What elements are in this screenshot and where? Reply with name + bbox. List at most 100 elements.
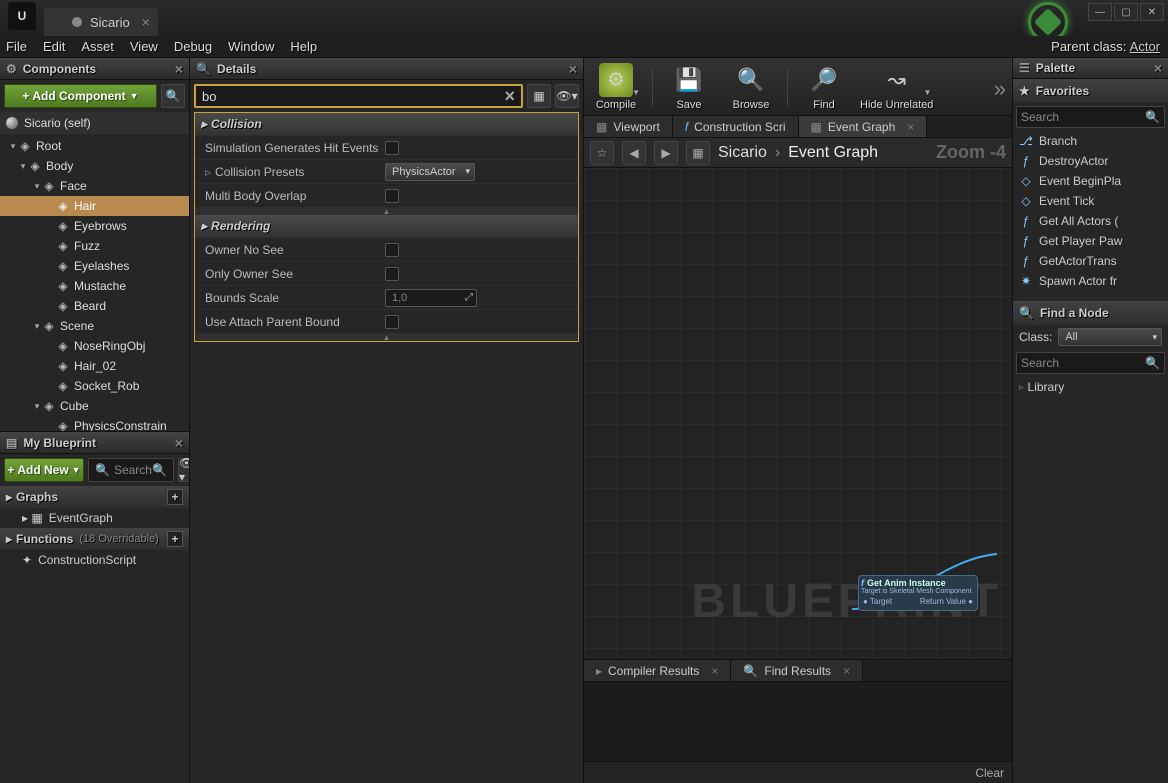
details-tab[interactable]: 🔍 Details × bbox=[190, 58, 583, 80]
node-search[interactable]: Search🔍 bbox=[1016, 352, 1165, 374]
tree-item[interactable]: ▾◈Face bbox=[0, 176, 189, 196]
parent-class-link[interactable]: Actor bbox=[1130, 39, 1160, 54]
tree-item[interactable]: ◈Mustache bbox=[0, 276, 189, 296]
tab-compiler-results[interactable]: ▸Compiler Results× bbox=[584, 660, 731, 681]
palette-item[interactable]: ◇Event Tick bbox=[1013, 191, 1168, 211]
palette-item[interactable]: ƒDestroyActor bbox=[1013, 151, 1168, 171]
graph-node[interactable]: fGet Anim Instance Target is Skeletal Me… bbox=[858, 575, 978, 611]
close-icon[interactable]: × bbox=[569, 61, 577, 77]
nav-back-button[interactable]: ◀ bbox=[622, 141, 646, 165]
bounds-scale-input[interactable]: 1,0 bbox=[385, 289, 477, 307]
graph-canvas[interactable]: BLUEPRINT fGet Anim Instance Target is S… bbox=[584, 168, 1012, 659]
mybp-search[interactable]: 🔍Search🔍 bbox=[88, 458, 174, 482]
close-icon[interactable]: × bbox=[843, 664, 850, 678]
expand-bar[interactable]: ▲ bbox=[195, 333, 578, 341]
close-icon[interactable]: × bbox=[711, 664, 718, 678]
multi-body-checkbox[interactable] bbox=[385, 189, 399, 203]
add-new-button[interactable]: + Add New▼ bbox=[4, 458, 84, 482]
owner-no-see-checkbox[interactable] bbox=[385, 243, 399, 257]
tree-item[interactable]: ◈Eyebrows bbox=[0, 216, 189, 236]
add-function-button[interactable]: + bbox=[167, 531, 183, 547]
tree-item[interactable]: ▾◈Body bbox=[0, 156, 189, 176]
close-icon[interactable]: × bbox=[175, 61, 183, 77]
close-icon[interactable]: × bbox=[175, 435, 183, 451]
close-button[interactable]: ✕ bbox=[1140, 3, 1164, 21]
use-attach-checkbox[interactable] bbox=[385, 315, 399, 329]
graphs-category[interactable]: ▸Graphs+ bbox=[0, 486, 189, 508]
event-graph-item[interactable]: ▸ ▦ EventGraph bbox=[0, 508, 189, 528]
construction-script-item[interactable]: ✦ ConstructionScript bbox=[0, 550, 189, 570]
clear-button[interactable]: Clear bbox=[975, 766, 1004, 780]
library-item[interactable]: ▹Library bbox=[1013, 377, 1168, 397]
tab-viewport[interactable]: ▦Viewport bbox=[584, 116, 673, 137]
tab-construction-script[interactable]: fConstruction Scri bbox=[673, 116, 799, 137]
my-blueprint-tab[interactable]: ▤ My Blueprint × bbox=[0, 432, 189, 454]
close-icon[interactable]: × bbox=[1154, 60, 1162, 76]
minimize-button[interactable]: — bbox=[1088, 3, 1112, 21]
close-icon[interactable]: × bbox=[907, 120, 914, 134]
find-node-section[interactable]: 🔍Find a Node bbox=[1013, 301, 1168, 325]
maximize-button[interactable]: ▢ bbox=[1114, 3, 1138, 21]
compile-button[interactable]: ⚙Compile▼ bbox=[590, 63, 642, 111]
self-row[interactable]: Sicario (self) bbox=[0, 112, 189, 134]
menu-asset[interactable]: Asset bbox=[81, 39, 114, 54]
tree-item[interactable]: ◈Hair bbox=[0, 196, 189, 216]
tree-item[interactable]: ◈Hair_02 bbox=[0, 356, 189, 376]
favorite-button[interactable]: ☆ bbox=[590, 141, 614, 165]
details-search[interactable]: × bbox=[194, 84, 523, 108]
menu-debug[interactable]: Debug bbox=[174, 39, 212, 54]
collision-section[interactable]: ▸ Collision bbox=[195, 113, 578, 135]
grid-icon[interactable]: ▦ bbox=[686, 141, 710, 165]
view-options-button[interactable]: 👁▾ bbox=[555, 84, 579, 108]
tree-item[interactable]: ◈Eyelashes bbox=[0, 256, 189, 276]
details-search-input[interactable] bbox=[202, 89, 504, 104]
tree-item[interactable]: ◈Fuzz bbox=[0, 236, 189, 256]
tab-find-results[interactable]: 🔍Find Results× bbox=[731, 660, 863, 681]
sim-hit-checkbox[interactable] bbox=[385, 141, 399, 155]
close-icon[interactable]: × bbox=[142, 14, 150, 30]
collision-presets-combo[interactable]: PhysicsActor bbox=[385, 163, 475, 181]
tree-item[interactable]: ◈NoseRingObj bbox=[0, 336, 189, 356]
find-button[interactable]: 🔎Find bbox=[798, 63, 850, 111]
palette-item[interactable]: ƒGet Player Paw bbox=[1013, 231, 1168, 251]
tree-item[interactable]: ◈Beard bbox=[0, 296, 189, 316]
palette-item[interactable]: ƒGet All Actors ( bbox=[1013, 211, 1168, 231]
menu-edit[interactable]: Edit bbox=[43, 39, 65, 54]
tree-item[interactable]: ◈PhysicsConstrain bbox=[0, 416, 189, 431]
class-filter-combo[interactable]: All bbox=[1058, 328, 1162, 346]
save-button[interactable]: 💾Save bbox=[663, 63, 715, 111]
menu-file[interactable]: File bbox=[6, 39, 27, 54]
tree-item[interactable]: ▾◈Cube bbox=[0, 396, 189, 416]
property-matrix-button[interactable]: ▦ bbox=[527, 84, 551, 108]
tree-item[interactable]: ▾◈Scene bbox=[0, 316, 189, 336]
functions-category[interactable]: ▸Functions(18 Overridable)+ bbox=[0, 528, 189, 550]
palette-item[interactable]: ⎇Branch bbox=[1013, 131, 1168, 151]
palette-search[interactable]: Search🔍 bbox=[1016, 106, 1165, 128]
components-tab[interactable]: ⚙ Components × bbox=[0, 58, 189, 80]
tab-event-graph[interactable]: ▦Event Graph× bbox=[799, 116, 928, 137]
view-options-button[interactable]: 👁▾ bbox=[178, 458, 189, 482]
browse-button[interactable]: 🔍Browse bbox=[725, 63, 777, 111]
clear-search-icon[interactable]: × bbox=[504, 86, 515, 107]
tree-item[interactable]: ▾◈Root bbox=[0, 136, 189, 156]
menu-view[interactable]: View bbox=[130, 39, 158, 54]
rendering-section[interactable]: ▸ Rendering bbox=[195, 215, 578, 237]
palette-item[interactable]: ◇Event BeginPla bbox=[1013, 171, 1168, 191]
menu-help[interactable]: Help bbox=[290, 39, 317, 54]
palette-item[interactable]: ƒGetActorTrans bbox=[1013, 251, 1168, 271]
expand-bar[interactable]: ▲ bbox=[195, 207, 578, 215]
only-owner-checkbox[interactable] bbox=[385, 267, 399, 281]
toolbar-overflow-icon[interactable]: » bbox=[994, 76, 1006, 102]
breadcrumb-root[interactable]: Sicario bbox=[718, 144, 767, 162]
add-graph-button[interactable]: + bbox=[167, 489, 183, 505]
menu-window[interactable]: Window bbox=[228, 39, 274, 54]
hide-unrelated-button[interactable]: ↝Hide Unrelated▼ bbox=[860, 63, 933, 111]
search-button[interactable]: 🔍 bbox=[161, 84, 185, 108]
favorites-section[interactable]: ★Favorites bbox=[1013, 79, 1168, 103]
tree-item[interactable]: ◈Socket_Rob bbox=[0, 376, 189, 396]
nav-fwd-button[interactable]: ▶ bbox=[654, 141, 678, 165]
title-tab[interactable]: Sicario × bbox=[44, 8, 158, 36]
palette-item[interactable]: ✷Spawn Actor fr bbox=[1013, 271, 1168, 291]
add-component-button[interactable]: + Add Component▼ bbox=[4, 84, 157, 108]
palette-tab[interactable]: ☰ Palette × bbox=[1013, 58, 1168, 79]
